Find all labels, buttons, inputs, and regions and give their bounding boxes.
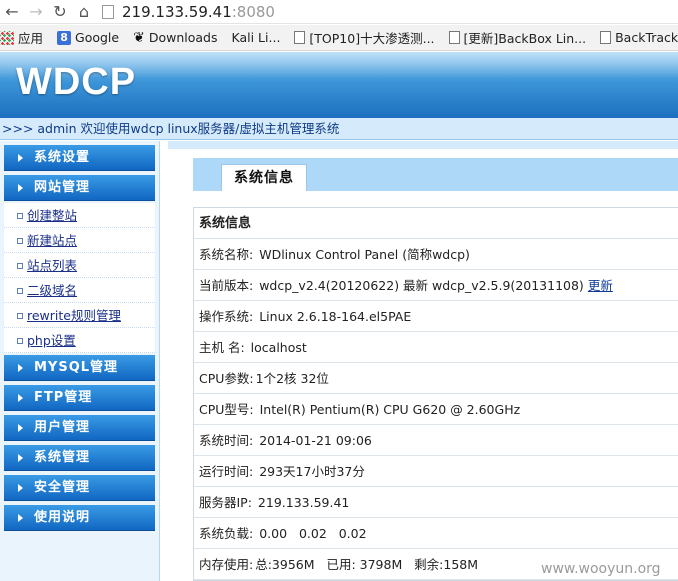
table-row: CPU型号: Intel(R) Pentium(R) CPU G620 @ 2.… xyxy=(194,394,678,425)
apps-grid-icon xyxy=(0,30,14,45)
update-link[interactable]: 更新 xyxy=(588,278,613,293)
arrow-right-icon xyxy=(18,424,23,432)
bookmark-kali[interactable]: Kali Li... xyxy=(232,30,281,45)
subitem-rewrite-rules[interactable]: rewrite规则管理 xyxy=(4,303,155,328)
menu-ftp[interactable]: FTP管理 xyxy=(4,385,155,411)
table-row: 主机 名: localhost xyxy=(194,332,678,363)
bookmark-downloads[interactable]: ❦ Downloads xyxy=(133,30,217,45)
square-bullet-icon xyxy=(17,263,23,269)
bookmark-google[interactable]: 8 Google xyxy=(57,30,119,45)
reload-icon[interactable]: ↻ xyxy=(48,0,72,24)
square-bullet-icon xyxy=(17,338,23,344)
address-bar[interactable]: 219.133.59.41:8080 xyxy=(102,1,678,23)
main-content: 系统信息 系统信息 系统名称: WDlinux Control Panel (简… xyxy=(168,141,678,581)
subitem-subdomain[interactable]: 二级域名 xyxy=(4,278,155,303)
table-row: CPU参数: 1个2核 32位 xyxy=(194,363,678,394)
document-icon xyxy=(294,31,306,44)
menu-user-management[interactable]: 用户管理 xyxy=(4,415,155,441)
menu-mysql[interactable]: MYSQL管理 xyxy=(4,355,155,381)
document-icon xyxy=(600,31,612,44)
bookmark-apps[interactable]: 应用 xyxy=(0,28,43,47)
url-port: :8080 xyxy=(231,2,275,21)
subitem-new-site[interactable]: 新建站点 xyxy=(4,228,155,253)
subitem-php-settings[interactable]: php设置 xyxy=(4,328,155,353)
site-header: WDCP xyxy=(0,52,678,118)
kali-dragon-icon: ❦ xyxy=(133,29,145,46)
arrow-right-icon xyxy=(18,514,23,522)
menu-system-settings[interactable]: 系统设置 xyxy=(4,145,155,171)
table-row: 操作系统: Linux 2.6.18-164.el5PAE xyxy=(194,301,678,332)
url-host: 219.133.59.41 xyxy=(122,2,232,21)
arrow-right-icon xyxy=(18,454,23,462)
square-bullet-icon xyxy=(17,288,23,294)
google-icon: 8 xyxy=(57,30,72,45)
document-icon xyxy=(448,31,460,44)
square-bullet-icon xyxy=(17,238,23,244)
square-bullet-icon xyxy=(17,313,23,319)
table-row: 系统负载: 0.00 0.02 0.02 xyxy=(194,518,678,549)
arrow-right-icon xyxy=(18,364,23,372)
menu-help[interactable]: 使用说明 xyxy=(4,505,155,531)
arrow-right-icon xyxy=(18,154,23,162)
back-arrow-icon[interactable]: ← xyxy=(0,0,24,24)
bookmarks-bar: 应用 8 Google ❦ Downloads Kali Li... [TOP10]… xyxy=(0,25,678,51)
menu-system-management[interactable]: 系统管理 xyxy=(4,445,155,471)
arrow-right-icon xyxy=(18,184,23,192)
home-icon[interactable]: ⌂ xyxy=(72,0,96,24)
bookmark-top10[interactable]: [TOP10]十大渗透测... xyxy=(294,28,435,47)
system-info-table: 系统信息 系统名称: WDlinux Control Panel (简称wdcp… xyxy=(193,207,678,581)
menu-security[interactable]: 安全管理 xyxy=(4,475,155,501)
arrow-right-icon xyxy=(18,484,23,492)
bookmark-backbox[interactable]: [更新]BackBox Lin... xyxy=(448,28,586,47)
menu-site-management[interactable]: 网站管理 xyxy=(4,175,155,201)
forward-arrow-icon[interactable]: → xyxy=(24,0,48,24)
tab-system-info[interactable]: 系统信息 xyxy=(221,164,307,191)
square-bullet-icon xyxy=(17,213,23,219)
welcome-bar: >>> admin 欢迎使用wdcp linux服务器/虚拟主机管理系统 xyxy=(0,118,678,140)
watermark: www.wooyun.org xyxy=(541,561,661,577)
table-row: 系统时间: 2014-01-21 09:06 xyxy=(194,425,678,456)
table-row: 服务器IP: 219.133.59.41 xyxy=(194,487,678,518)
table-row: 系统名称: WDlinux Control Panel (简称wdcp) xyxy=(194,239,678,270)
tab-strip: 系统信息 xyxy=(193,158,678,191)
table-title: 系统信息 xyxy=(194,208,678,239)
table-row: 当前版本: wdcp_v2.4(20120622) 最新 wdcp_v2.5.9… xyxy=(194,270,678,301)
wdcp-logo: WDCP xyxy=(16,61,137,103)
table-row: 运行时间: 293天17小时37分 xyxy=(194,456,678,487)
bookmark-backtrack[interactable]: BackTrack5 R xyxy=(600,30,678,45)
browser-nav-bar: ← → ↻ ⌂ 219.133.59.41:8080 xyxy=(0,0,678,24)
subitem-site-list[interactable]: 站点列表 xyxy=(4,253,155,278)
arrow-right-icon xyxy=(18,394,23,402)
subitem-create-full-site[interactable]: 创建整站 xyxy=(4,203,155,228)
page-icon xyxy=(102,4,114,19)
